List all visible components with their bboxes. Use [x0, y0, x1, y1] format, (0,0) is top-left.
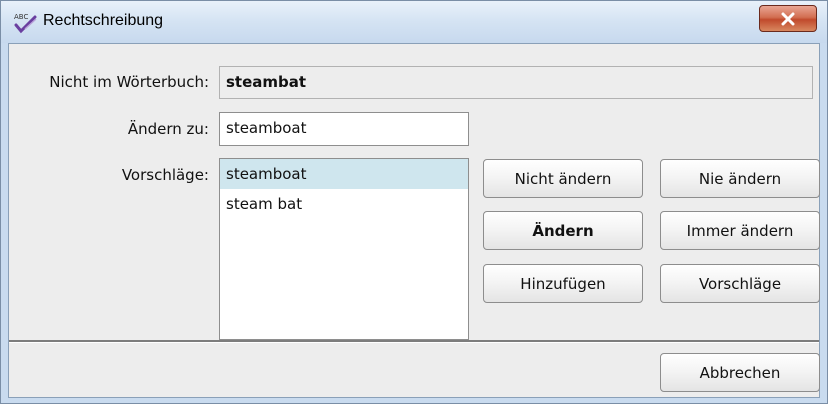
suggestions-list[interactable]: steamboat steam bat	[219, 158, 469, 340]
suggestions-label: Vorschläge:	[121, 166, 209, 184]
not-in-dictionary-field: steambat	[219, 66, 813, 99]
suggestion-item[interactable]: steamboat	[220, 159, 468, 189]
close-x-icon	[781, 12, 795, 26]
ignore-all-button[interactable]: Nie ändern	[660, 159, 820, 198]
spellcheck-dialog: ABC Rechtschreibung Nicht im Wörterbuch:…	[0, 0, 828, 404]
cancel-button[interactable]: Abbrechen	[660, 353, 820, 392]
change-all-button[interactable]: Immer ändern	[660, 211, 820, 250]
suggest-button[interactable]: Vorschläge	[660, 264, 820, 303]
svg-text:ABC: ABC	[14, 13, 28, 21]
suggestion-item[interactable]: steam bat	[220, 189, 468, 219]
ignore-button[interactable]: Nicht ändern	[483, 159, 643, 198]
dialog-body: Nicht im Wörterbuch: steambat Ändern zu:…	[8, 43, 820, 398]
change-button[interactable]: Ändern	[483, 211, 643, 250]
close-button[interactable]	[759, 5, 817, 32]
change-to-label: Ändern zu:	[127, 120, 209, 138]
add-to-dictionary-button[interactable]: Hinzufügen	[483, 264, 643, 303]
title-bar[interactable]: ABC Rechtschreibung	[1, 1, 827, 43]
not-in-dictionary-label: Nicht im Wörterbuch:	[49, 73, 209, 91]
divider	[9, 340, 819, 343]
window-title: Rechtschreibung	[43, 12, 164, 29]
spellcheck-abc-icon: ABC	[13, 11, 39, 35]
change-to-input[interactable]: steamboat	[219, 112, 469, 146]
